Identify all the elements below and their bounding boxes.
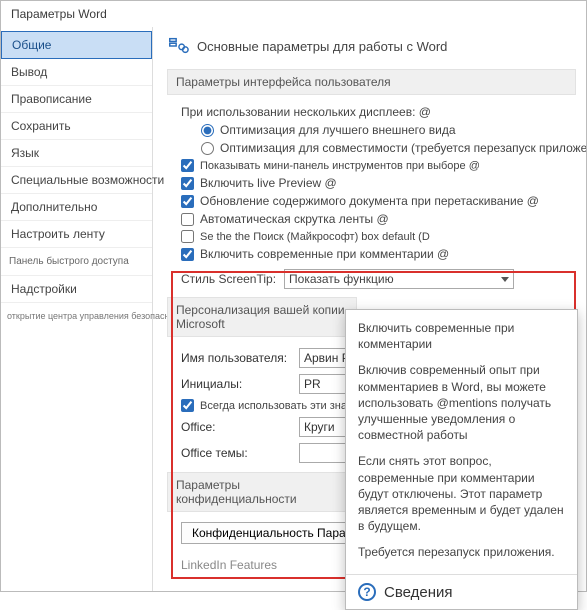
tooltip-title: Включить современные при комментарии [358,320,565,352]
tooltip-p3: Если снять этот вопрос, современные при … [358,453,565,534]
radio-optimize-compat-label: Оптимизация для совместимости (требуется… [220,141,586,155]
sidebar-item-proofing[interactable]: Правописание [1,86,152,113]
chk-live-preview-row: Включить live Preview @ [167,174,576,192]
chk-update-drag-row: Обновление содержимого документа при пер… [167,192,576,210]
screentip-label: Стиль ScreenTip: [181,272,276,286]
radio-optimize-appearance[interactable] [201,124,214,137]
window-title: Параметры Word [1,1,586,27]
chk-search-box[interactable] [181,230,194,243]
chk-collapse-ribbon[interactable] [181,213,194,226]
chk-live-preview-label: Включить live Preview @ [200,176,337,190]
screentip-value: Показать функцию [289,272,394,286]
sidebar-item-display[interactable]: Вывод [1,59,152,86]
chevron-down-icon [501,277,509,282]
sidebar-item-save[interactable]: Сохранить [1,113,152,140]
sidebar-item-general[interactable]: Общие [1,31,152,59]
chk-collapse-ribbon-row: Автоматическая скрутка ленты @ [167,210,576,228]
chk-live-preview[interactable] [181,177,194,190]
chk-mini-toolbar[interactable] [181,159,194,172]
tooltip-footer-label: Сведения [384,584,453,601]
radio-optimize-compat[interactable] [201,142,214,155]
office-bg-value: Круги [304,420,335,434]
sidebar-item-quick-access[interactable]: Панель быстрого доступа [1,248,152,276]
chk-mini-toolbar-row: Показывать мини-панель инструментов при … [167,157,576,174]
info-icon: ? [358,583,376,601]
sidebar-item-trust-center[interactable]: открытие центра управления безопасности [1,303,152,329]
radio-optimize-appearance-row: Оптимизация для лучшего внешнего вида [167,121,576,139]
section-ui-heading: Параметры интерфейса пользователя [167,69,576,95]
tooltip-popup: Включить современные при комментарии Вкл… [345,309,578,610]
multi-display-label: При использовании нескольких дисплеев: @ [167,103,576,121]
initials-label: Инициалы: [181,377,291,391]
screentip-dropdown[interactable]: Показать функцию [284,269,514,289]
tooltip-p2: Включив современный опыт при комментарие… [358,362,565,443]
section-privacy-heading: Параметры конфиденциальности [167,472,357,512]
options-window: Параметры Word Общие Вывод Правописание … [0,0,587,592]
chk-modern-comments[interactable] [181,248,194,261]
chk-mini-toolbar-label: Показывать мини-панель инструментов при … [200,160,480,172]
chk-modern-comments-row: Включить современные при комментарии @ [167,245,576,263]
sidebar: Общие Вывод Правописание Сохранить Язык … [1,27,153,591]
section-personal-heading: Персонализация вашей копии Microsoft [167,297,357,337]
screentip-row: Стиль ScreenTip: Показать функцию [167,267,576,291]
sidebar-item-advanced[interactable]: Дополнительно [1,194,152,221]
sidebar-item-customize-ribbon[interactable]: Настроить ленту [1,221,152,248]
office-theme-label: Office темы: [181,446,291,460]
sidebar-item-accessibility[interactable]: Специальные возможности [1,167,152,194]
radio-optimize-appearance-label: Оптимизация для лучшего внешнего вида [220,123,456,137]
tooltip-body: Включить современные при комментарии Вкл… [346,310,577,574]
radio-optimize-compat-row: Оптимизация для совместимости (требуется… [167,139,576,157]
chk-collapse-ribbon-label: Автоматическая скрутка ленты @ [200,212,389,226]
chk-search-box-row: Se the the Поиск (Майкрософт) box defaul… [167,228,576,245]
chk-search-box-label: Se the the Поиск (Майкрософт) box defaul… [200,231,430,243]
tooltip-p4: Требуется перезапуск приложения. [358,544,565,560]
chk-update-drag[interactable] [181,195,194,208]
office-bg-label: Office: [181,420,291,434]
main-heading-row: Основные параметры для работы с Word [167,35,576,57]
chk-modern-comments-label: Включить современные при комментарии @ [200,247,449,261]
sidebar-item-addins[interactable]: Надстройки [1,276,152,303]
username-label: Имя пользователя: [181,351,291,365]
main-heading: Основные параметры для работы с Word [197,39,447,54]
sidebar-item-language[interactable]: Язык [1,140,152,167]
chk-update-drag-label: Обновление содержимого документа при пер… [200,194,539,208]
options-icon [167,35,189,57]
chk-always-use-values[interactable] [181,399,194,412]
